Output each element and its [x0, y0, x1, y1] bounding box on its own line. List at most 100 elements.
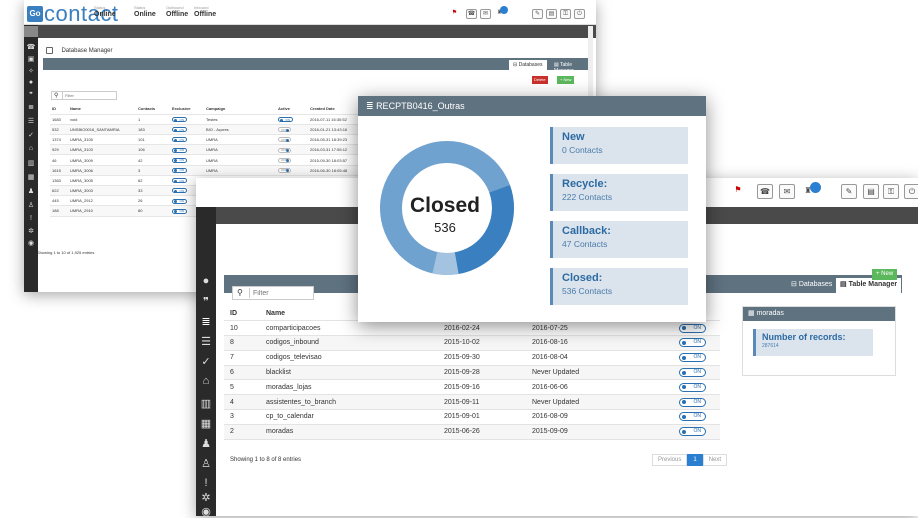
- edit-icon[interactable]: ✎: [532, 9, 543, 19]
- active-toggle[interactable]: ON: [679, 412, 706, 422]
- active-toggle[interactable]: OFF: [278, 147, 291, 153]
- user-nav-icon[interactable]: ♙: [24, 201, 38, 209]
- exclusive-toggle[interactable]: ON: [172, 178, 187, 184]
- thumbs-up-nav-icon-2[interactable]: ✓: [196, 355, 216, 368]
- exclaim-nav-icon-2[interactable]: !: [196, 477, 216, 489]
- table-row[interactable]: 2 moradas 2015-06-26 2015-09-09 ON: [224, 424, 720, 440]
- flag-icon-2[interactable]: ⚑: [730, 183, 746, 198]
- exclusive-toggle[interactable]: ON: [172, 198, 187, 204]
- active-toggle[interactable]: ON: [679, 338, 706, 348]
- col-id-2[interactable]: ID: [224, 306, 260, 322]
- exclusive-toggle[interactable]: ON: [172, 147, 187, 153]
- active-toggle[interactable]: ON: [679, 382, 706, 392]
- chat-nav-icon-2[interactable]: ●: [196, 275, 216, 287]
- active-toggle[interactable]: ON: [679, 427, 706, 437]
- thumbs-up-nav-icon[interactable]: ✓: [24, 131, 38, 139]
- active-toggle[interactable]: OFF: [278, 137, 291, 143]
- tab-table-manager-2[interactable]: ▤ Table Manager: [836, 278, 902, 293]
- table-row[interactable]: 10 comparticipacoes 2016-02-24 2016-07-25 ON: [224, 320, 720, 337]
- pin-nav-icon[interactable]: ✧: [24, 67, 38, 75]
- new-button[interactable]: + New: [557, 76, 575, 84]
- calendar-nav-icon[interactable]: ▣: [24, 55, 38, 63]
- col-exclusive[interactable]: Exclusive: [170, 104, 204, 115]
- table-row[interactable]: 8 codigos_inbound 2015-10-02 2016-08-16 ON: [224, 335, 720, 351]
- table-row[interactable]: 532 UNSBIO0016_SANTAMRIA 183 ON BIO - Açores…: [50, 124, 380, 136]
- col-id[interactable]: ID: [50, 104, 68, 115]
- active-toggle[interactable]: ON: [278, 117, 293, 122]
- table-row[interactable]: 1683 void 1 ON Testes ON 2016-07-11 16:30:52: [50, 114, 380, 125]
- list-nav-icon[interactable]: ☰: [24, 117, 38, 125]
- power-icon-2[interactable]: ⏻: [904, 184, 918, 199]
- avatar[interactable]: [24, 26, 38, 37]
- table-row[interactable]: 5 moradas_lojas 2015-09-16 2016-06-06 ON: [224, 379, 720, 396]
- exclusive-toggle[interactable]: ON: [172, 167, 187, 173]
- active-toggle[interactable]: ON: [679, 368, 706, 378]
- table-row[interactable]: 7 codigos_televisao 2015-09-30 2016-08-04 ON: [224, 350, 720, 366]
- active-toggle[interactable]: OFF: [278, 167, 291, 173]
- tab-databases-2[interactable]: ⊟ Databases: [787, 278, 836, 290]
- gear-nav-icon[interactable]: ✲: [24, 227, 38, 235]
- phone-nav-icon[interactable]: ☎: [24, 43, 38, 51]
- tab-databases[interactable]: ⊟ Databases: [509, 60, 547, 70]
- play-nav-icon[interactable]: ◉: [24, 239, 38, 247]
- chat-nav-icon[interactable]: ●: [24, 79, 38, 86]
- calendar2-nav-icon[interactable]: ▦: [24, 173, 38, 181]
- table-row[interactable]: 1374 UMRA_3105 101 ON UMRA OFF 2016-05-31 18:3…: [50, 134, 380, 146]
- table-row[interactable]: 4 assistentes_to_branch 2015-09-11 Never Up…: [224, 394, 720, 411]
- filter-input-2[interactable]: [249, 288, 311, 298]
- table-row[interactable]: 46 UMRA_3009 42 ON UMRA OFF 2015-09-30 18:03:5…: [50, 154, 380, 166]
- col-name[interactable]: Name: [68, 104, 136, 115]
- new-button-2[interactable]: + New: [872, 269, 898, 280]
- phone-icon[interactable]: ☎: [466, 9, 477, 19]
- filter-box-2[interactable]: ⚲: [232, 286, 314, 300]
- filter-box[interactable]: ⚲: [51, 91, 117, 100]
- col-active[interactable]: Active: [276, 104, 308, 115]
- active-toggle[interactable]: ON: [679, 353, 706, 363]
- next-page-2[interactable]: Next: [702, 454, 728, 466]
- page-1-2[interactable]: 1: [687, 454, 703, 466]
- chart-nav-icon[interactable]: ▥: [24, 159, 38, 167]
- users-nav-icon[interactable]: ♟: [24, 187, 38, 195]
- active-toggle[interactable]: ON: [679, 323, 706, 333]
- megaphone-icon-2[interactable]: ✉: [779, 184, 795, 199]
- megaphone-icon[interactable]: ✉: [480, 9, 491, 19]
- lock-icon[interactable]: ⚿: [560, 9, 571, 19]
- gear-nav-icon-2[interactable]: ✲: [196, 491, 216, 504]
- table-row[interactable]: 3 cp_to_calendar 2015-09-01 2016-08-09 ON: [224, 409, 720, 425]
- user-nav-icon-2[interactable]: ♙: [196, 457, 216, 470]
- calendar-nav-icon-2[interactable]: ▦: [196, 417, 216, 430]
- database-nav-icon-2[interactable]: ≣: [196, 315, 216, 328]
- play-nav-icon-2[interactable]: ◉: [196, 505, 216, 518]
- filter-input[interactable]: [62, 92, 116, 99]
- table-row[interactable]: 929 UMRA_3103 106 ON UMRA OFF 2016-03-31 17:55…: [50, 144, 380, 156]
- quote-nav-icon[interactable]: ❞: [24, 91, 38, 99]
- flag-icon[interactable]: ⚑: [449, 9, 460, 19]
- edit-icon-2[interactable]: ✎: [841, 184, 857, 199]
- lock-icon-2[interactable]: ⚿: [883, 184, 899, 199]
- exclusive-toggle[interactable]: ON: [172, 157, 187, 163]
- exclusive-toggle[interactable]: ON: [172, 117, 187, 122]
- status-3[interactable]: Outbound Offline: [166, 5, 188, 18]
- quote-nav-icon-2[interactable]: ❞: [196, 295, 216, 308]
- table-row[interactable]: 6 blacklist 2015-09-28 Never Updated ON: [224, 365, 720, 381]
- chart-nav-icon-2[interactable]: ▥: [196, 397, 216, 410]
- database-nav-icon[interactable]: ≣: [24, 103, 38, 111]
- active-toggle[interactable]: OFF: [278, 127, 291, 133]
- exclusive-toggle[interactable]: ON: [172, 137, 187, 143]
- card-icon[interactable]: ▤: [546, 9, 557, 19]
- graduation-nav-icon-2[interactable]: ⌂: [196, 375, 216, 387]
- table-row[interactable]: 1615 UMRA_3006 3 ON UMRA OFF 2016-06-30 18:05:…: [50, 165, 380, 176]
- col-campaign[interactable]: Campaign: [204, 104, 276, 115]
- exclaim-nav-icon[interactable]: !: [24, 215, 38, 222]
- phone-icon-2[interactable]: ☎: [757, 184, 773, 199]
- tab-table-manager[interactable]: ▤ Table Manager: [550, 60, 592, 74]
- card-icon-2[interactable]: ▤: [863, 184, 879, 199]
- active-toggle[interactable]: OFF: [278, 157, 291, 163]
- status-4[interactable]: Inbound Offline: [194, 5, 216, 18]
- list-nav-icon-2[interactable]: ☰: [196, 335, 216, 348]
- exclusive-toggle[interactable]: ON: [172, 127, 187, 133]
- status-1[interactable]: Status Online: [94, 5, 116, 18]
- users-nav-icon-2[interactable]: ♟: [196, 437, 216, 450]
- prev-page-2[interactable]: Previous: [652, 454, 688, 466]
- graduation-nav-icon[interactable]: ⌂: [24, 145, 38, 152]
